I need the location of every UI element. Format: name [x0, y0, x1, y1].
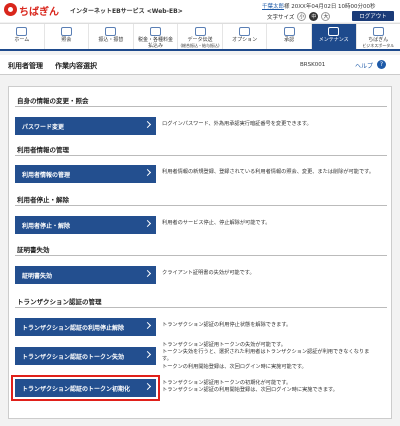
chevron-right-icon — [143, 168, 152, 177]
nav-home[interactable]: ホーム — [0, 24, 45, 49]
nav-label: 照会 — [61, 37, 72, 43]
menu-panel: 自身の情報の変更・照会 パスワード変更 ログインパスワード、外為用承認実行暗証番… — [8, 86, 392, 419]
breadcrumb-user-management: 利用者管理 — [8, 62, 43, 70]
nav-transfer[interactable]: 振込・振替 — [89, 24, 134, 49]
help-icon[interactable]: ? — [377, 60, 386, 69]
description-line: ログインパスワード、外為用承認実行暗証番号を変更できます。 — [162, 121, 312, 127]
section-divider — [15, 205, 387, 206]
service-name: インターネットEBサービス <Web-EB> — [70, 8, 183, 15]
description-line: トランザクション認証の利用停止状態を解除できます。 — [162, 322, 292, 328]
font-size-large-button[interactable]: 大 — [321, 12, 331, 21]
data-transfer-icon — [194, 27, 206, 36]
description-line: クライアント証明書の失効が可能です。 — [162, 270, 255, 276]
transfer-icon — [105, 27, 117, 36]
description-line: トークン失効を行うと、選択された利用者はトランザクション認証が利用できなくなりま — [162, 349, 370, 356]
section-title: 証明書失効 — [17, 246, 50, 254]
font-size-label: 文字サイズ — [267, 14, 295, 21]
font-size-small-button[interactable]: 小 — [297, 12, 307, 21]
nav-label: 承認 — [284, 37, 295, 43]
page-title: 作業内容選択 — [55, 62, 97, 70]
nav-sublabel: 払込み — [147, 42, 163, 49]
item-description: トランザクション認証用トークンの失効が可能です。 トークン失効を行うと、選択され… — [162, 342, 387, 371]
top-bar: ちばぎん インターネットEBサービス <Web-EB> 千葉太郎様 20XX年0… — [0, 0, 400, 22]
button-label: 利用者情報の管理 — [22, 171, 71, 179]
nav-maintenance[interactable]: メンテナンス — [311, 24, 357, 49]
chevron-right-icon — [143, 321, 152, 330]
description-line: 利用者情報の新規登録、登録されている利用者情報の照会、変更、または削除が可能です… — [162, 169, 375, 175]
nav-approval[interactable]: 承認 — [267, 24, 312, 49]
inquiry-icon — [60, 27, 72, 36]
nav-inquiry[interactable]: 照会 — [45, 24, 90, 49]
certificate-revoke-button[interactable]: 証明書失効 — [15, 266, 156, 284]
section-title: 利用者停止・解除 — [17, 196, 69, 204]
transaction-auth-release-button[interactable]: トランザクション認証の利用停止解除 — [15, 318, 156, 336]
chevron-right-icon — [143, 350, 152, 359]
maintenance-icon — [328, 27, 340, 36]
screen-id: BRSK001 — [300, 62, 326, 68]
button-label: トランザクション認証のトークン失効 — [22, 353, 125, 361]
item-description: トランザクション認証用トークンの初期化が可能です。 トランザクション認証の利用開… — [162, 380, 387, 394]
section-divider — [15, 255, 387, 256]
button-label: トランザクション認証の利用停止解除 — [22, 324, 125, 332]
option-icon — [239, 27, 251, 36]
section-divider — [15, 106, 387, 107]
chevron-right-icon — [143, 120, 152, 129]
item-description: 利用者情報の新規登録、登録されている利用者情報の照会、変更、または削除が可能です… — [162, 169, 387, 176]
nav-tax-payment[interactable]: 税金・各種料金 払込み — [134, 24, 179, 49]
portal-icon — [372, 27, 384, 36]
nav-label: メンテナンス — [318, 37, 349, 43]
item-description: 利用者のサービス停止、停止解除が可能です。 — [162, 220, 387, 227]
chevron-right-icon — [143, 269, 152, 278]
description-line: トランザクション認証の利用開始登録は、次回ログイン時に実施できます。 — [162, 387, 338, 394]
last-login: 20XX年04月02日 10時00分00秒 — [291, 4, 376, 10]
nav-sublabel: ビジネスポータル — [362, 42, 395, 48]
section-divider — [15, 155, 387, 156]
password-change-button[interactable]: パスワード変更 — [15, 117, 156, 135]
user-info-management-button[interactable]: 利用者情報の管理 — [15, 165, 156, 183]
logout-button[interactable]: ログアウト — [352, 11, 394, 21]
nav-business-portal[interactable]: ちばぎん ビジネスポータル — [357, 24, 400, 49]
home-icon — [16, 27, 28, 36]
nav-label: 振込・振替 — [98, 37, 124, 43]
nav-sublabel: (総合振込・給与振込) — [180, 42, 220, 48]
description-line: トークンの利用開始登録は、次回ログイン時に実施可能です。 — [162, 363, 307, 370]
nav-label: ホーム — [14, 37, 30, 43]
button-label: 証明書失効 — [22, 272, 53, 280]
nav-data-transfer[interactable]: データ伝送 (総合振込・給与振込) — [178, 24, 223, 49]
user-suffix: 様 — [284, 4, 290, 10]
global-nav: ホーム 照会 振込・振替 税金・各種料金 払込み データ伝送 (総合振込・給与振… — [0, 23, 400, 51]
user-info: 千葉太郎様 20XX年04月02日 10時00分00秒 — [262, 2, 376, 10]
button-label: 利用者停止・解除 — [22, 222, 71, 230]
description-line: す。 — [162, 356, 172, 363]
approval-icon — [283, 27, 295, 36]
font-size-control: 文字サイズ 小 中 大 — [267, 12, 331, 21]
bank-logo-icon — [4, 3, 17, 16]
section-title: 利用者情報の管理 — [17, 146, 69, 154]
section-title: トランザクション認証の管理 — [17, 298, 102, 306]
help-link[interactable]: ヘルプ — [355, 61, 373, 70]
tax-payment-icon — [149, 27, 161, 36]
user-name[interactable]: 千葉太郎 — [262, 4, 284, 10]
transaction-auth-token-revoke-button[interactable]: トランザクション認証のトークン失効 — [15, 347, 156, 365]
section-title: 自身の情報の変更・照会 — [17, 97, 89, 105]
nav-label: オプション — [232, 37, 258, 43]
page-header: 利用者管理 作業内容選択 BRSK001 ヘルプ ? — [0, 55, 400, 75]
button-label: パスワード変更 — [22, 123, 65, 131]
description-line: 利用者のサービス停止、停止解除が可能です。 — [162, 220, 271, 226]
button-label: トランザクション認証のトークン初期化 — [22, 385, 131, 393]
nav-option[interactable]: オプション — [223, 24, 268, 49]
section-divider — [15, 307, 387, 308]
transaction-auth-token-reset-button[interactable]: トランザクション認証のトークン初期化 — [11, 375, 160, 401]
bank-name: ちばぎん — [19, 7, 59, 18]
chevron-right-icon — [143, 382, 152, 391]
item-description: トランザクション認証の利用停止状態を解除できます。 — [162, 322, 387, 329]
item-description: クライアント証明書の失効が可能です。 — [162, 270, 387, 277]
item-description: ログインパスワード、外為用承認実行暗証番号を変更できます。 — [162, 121, 387, 128]
chevron-right-icon — [143, 219, 152, 228]
font-size-medium-button[interactable]: 中 — [309, 12, 319, 21]
user-suspend-release-button[interactable]: 利用者停止・解除 — [15, 216, 156, 234]
